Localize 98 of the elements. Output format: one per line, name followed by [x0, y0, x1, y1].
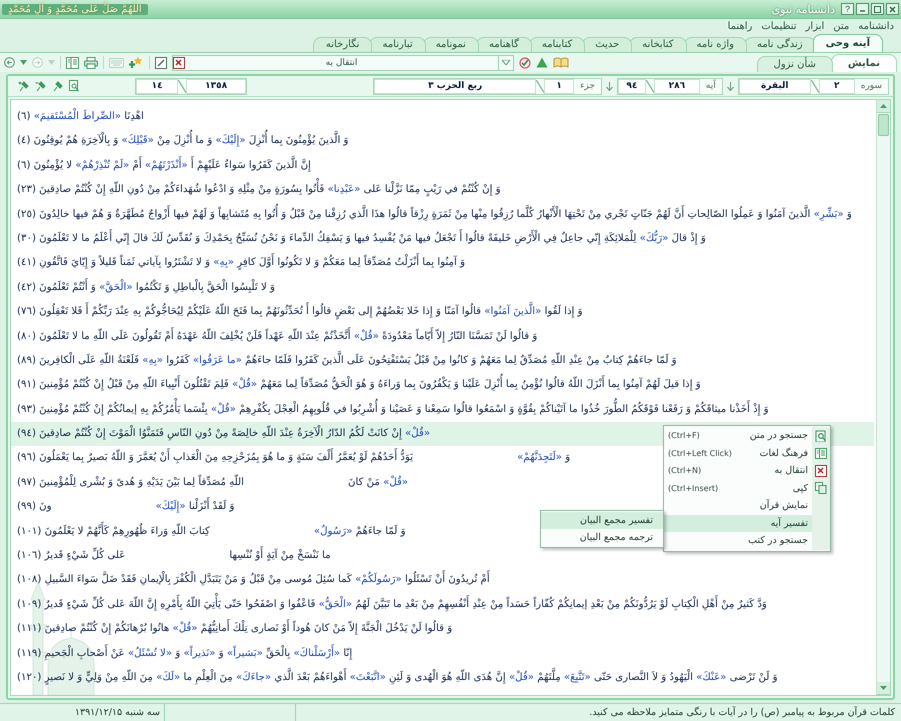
verse-line: وَ إِذا لَقُوا «الَّذينَ آمَنُوا» قالُوا آمَنّا وَ إِذا خَلا بَعْضُهُمْ إِلى بَعْضٍ قالُوا أَ تُحَدِّثُونَهُمْ بِما فَتَحَ اللّهُ عَلَيْكُمْ لِيُحَاجُّوكُمْ بِهِ عِنْدَ رَبِّكُمْ أَ فَلا تَعْقِلُونَ (٧٦) — [17, 300, 587, 325]
window-title: دانشنامه نبوی — [772, 2, 835, 16]
tab[interactable]: حدیث — [582, 37, 632, 52]
close-icon — [889, 6, 896, 12]
verse-fragment: عَلى كُلِّ شَيْءٍ قَديرٌ (١٠٦) — [17, 544, 130, 568]
caret-icon — [502, 60, 510, 65]
verse-fragment: وَ لَقَدْ أَنْزَلْنا «إِلَيْكَ» — [156, 495, 238, 520]
scroll-thumb[interactable] — [878, 114, 889, 136]
verse-line: وَ إِذا قيلَ لَهُمْ آمِنُوا بِما أَنْزَلَ اللّهُ قالُوا نُؤْمِنُ بِما أُنْزِلَ عَلَيْنا وَ يَكْفُرُونَ بِما وَراءَهُ وَ هُوَ الْحَقُّ مُصَدِّقاً لِما مَعَهُمْ «قُلْ» فَلِمَ تَقْتُلُونَ أَنْبِياءَ اللّهِ مِنْ قَبْلُ إِنْ كُنْتُمْ مُؤْمِنينَ (٩١) — [17, 373, 705, 398]
caret-icon[interactable] — [20, 60, 27, 65]
maximize-button[interactable] — [871, 3, 884, 15]
search-icon — [815, 430, 827, 442]
copy-icon — [815, 482, 827, 494]
verse-line: إِنّا «أَرْسَلْناكَ» بِالْحَقِّ «بَشيراً» وَ «نَذيراً» وَ «لا تُسْئَلُ» عَنْ أَصْحابِ الْجَحيمِ (١١٩) — [17, 642, 356, 666]
menu-item[interactable]: تفسیر مجمع البیان — [541, 512, 663, 529]
menu-item[interactable]: ترجمه مجمع البیان — [541, 529, 663, 546]
page-total-field[interactable]: ١٣٥٨ — [186, 78, 246, 94]
maximize-icon — [874, 6, 881, 12]
verse-line: وَ لا تَلْبِسُوا الْحَقَّ بِالْباطِلِ وَ تَكْتُمُوا «الْحَقَّ» وَ أَنْتُمْ تَعْلَمُونَ (٤٢) — [17, 276, 279, 300]
verse-line: وَ قالُوا لَنْ يَدْخُلَ الْجَنَّةَ إِلاّ مَنْ كانَ هُوداً أَوْ نَصارى تِلْكَ أَمانِيُّهُمْ «قُلْ» هاتُوا بُرْهانَكُمْ إِنْ كُنْتُمْ صادِقينَ (١١١) — [17, 617, 456, 642]
verse-line: وَ «بَشِّرِ» الَّذينَ آمَنُوا وَ عَمِلُوا الصّالِحاتِ أَنَّ لَهُمْ جَنّاتٍ تَجْري مِنْ تَحْتِهَا الْأَنْهارُ كُلَّما رُزِقُوا مِنْها مِنْ ثَمَرَةٍ رِزْقاً قالُوا هذَا الَّذي رُزِقْنا مِنْ قَبْلُ وَ أُتُوا بِهِ مُتَشابِهاً وَ لَهُمْ فيها أَزْواجٌ مُطَهَّرَةٌ وَ هُمْ فيها خالِدُونَ (٢٥) — [17, 202, 856, 227]
verse-line: وَ إِذْ أَخَذْنا ميثاقَكُمْ وَ رَفَعْنا فَوْقَكُمُ الطُّورَ خُذُوا ما آتَيْناكُمْ بِقُوَّةٍ وَ اسْمَعُوا قالُوا سَمِعْنا وَ عَصَيْنا وَ أُشْرِبُوا في قُلُوبِهِمُ الْعِجْلَ بِكُفْرِهِمْ «قُلْ» بِئْسَما يَأْمُرُكُمْ بِهِ إيمانُكُمْ إِنْ كُنْتُمْ مُؤْمِنينَ (٩٣) — [17, 398, 773, 422]
menu-item[interactable]: متن — [832, 21, 850, 32]
pin-plus-icon[interactable] — [18, 80, 29, 92]
menu-item[interactable]: جستجو در کتب — [664, 532, 830, 550]
sura-number-field[interactable]: ٢ — [818, 78, 855, 94]
verse-fragment: ونَ (٩٩) — [17, 500, 53, 514]
hizb-field[interactable]: ربع الحزب ٣ — [374, 78, 536, 94]
status-message: کلمات قرآن مربوط به پیامبر (ص) را در آیات با رنگی متمایز ملاحظه می کنید. — [588, 705, 896, 720]
document-icon — [173, 56, 185, 68]
tab[interactable]: نمونامه — [422, 37, 479, 52]
menu-item[interactable]: راهنما — [726, 21, 754, 32]
minimize-button[interactable] — [856, 3, 869, 15]
tab[interactable]: نمایش — [830, 54, 897, 72]
down-arrow-icon[interactable] — [726, 80, 735, 92]
verse-fragment: اللّهِ مُصَدِّقاً لِما بَيْنَ يَدَيْهِ وَ هُدىً وَ بُشْرى لِلْمُؤْمِنينَ (٩٧) — [17, 470, 248, 496]
tab[interactable]: کتابخانه — [629, 37, 687, 52]
verse-line: وَ الَّذينَ يُؤْمِنُونَ بِما أُنْزِلَ «إِلَيْكَ» وَ ما أُنْزِلَ مِنْ «قَبْلِكَ» وَ بِالْآخِرَةِ هُمْ يُوقِنُونَ (٤) — [17, 129, 352, 154]
aya-total-field[interactable]: ٢٨٦ — [654, 78, 700, 94]
sura-name-field[interactable]: البقرة — [738, 78, 811, 94]
verse-line: وَ إِذْ قالَ «رَبُّكَ» لِلْمَلائِكَةِ إِنّي جاعِلٌ فِي الْأَرْضِ خَليفَةً قالُوا أَ تَجْعَلُ فيها مَنْ يُفْسِدُ فيها وَ يَسْفِكُ الدِّماءَ وَ نَحْنُ نُسَبِّحُ بِحَمْدِكَ وَ نُقَدِّسُ لَكَ قالَ إِنّي أَعْلَمُ ما لا تَعْلَمُونَ (٣٠) — [17, 226, 710, 252]
tab[interactable]: آینه وحی — [812, 34, 883, 52]
goto-combo[interactable]: انتقال به — [172, 54, 514, 70]
triangle-icon[interactable] — [536, 57, 548, 68]
verse-line: وَ إِنْ كُنْتُمْ في رَيْبٍ مِمّا نَزَّلْنا عَلى «عَبْدِنا» فَأْتُوا بِسُورَةٍ مِنْ مِثْلِهِ وَ ادْعُوا شُهَداءَكُمْ مِنْ دُونِ اللّهِ إِنْ كُنْتُمْ صادِقينَ (٢٣) — [17, 178, 505, 203]
field-label: آیه — [704, 81, 718, 91]
edit-icon[interactable] — [155, 56, 167, 68]
status-date: سه شنبه ۱۳۹۱/۱۲/۱۵ — [0, 704, 165, 721]
verse-line: وَ لَمّا جاءَهُمْ كِتابٌ مِنْ عِنْدِ اللّهِ مُصَدِّقٌ لِما مَعَهُمْ وَ كانُوا مِنْ قَبْلُ يَسْتَفْتِحُونَ عَلَى الَّذينَ كَفَرُوا فَلَمّا جاءَهُمْ «ما عَرَفُوا» كَفَرُوا «بِهِ» فَلَعْنَةُ اللّهِ عَلَى الْكافِرينَ (٨٩) — [17, 348, 681, 374]
scroll-up-icon[interactable] — [880, 104, 887, 108]
close-button[interactable] — [886, 3, 899, 15]
check-icon[interactable] — [519, 56, 531, 68]
juz-number-field[interactable]: ١ — [544, 78, 574, 94]
tab[interactable]: کتابنامه — [528, 37, 586, 52]
verse-line: وَ آمِنُوا بِما أَنْزَلْتُ مُصَدِّقاً لِما مَعَكُمْ وَ لا تَكُونُوا أَوَّلَ كافِرٍ «بِهِ» وَ لا تَشْتَرُوا بِآياتي ثَمَناً قَليلاً وَ إِيّايَ فَاتَّقُونِ (٤١) — [17, 251, 469, 276]
verse-line: وَدَّ كَثيرٌ مِنْ أَهْلِ الْكِتابِ لَوْ يَرُدُّونَكُمْ مِنْ بَعْدِ إيمانِكُمْ كُفّاراً حَسَداً مِنْ عِنْدِ أَنْفُسِهِمْ مِنْ بَعْدِ ما تَبَيَّنَ لَهُمُ «الْحَقُّ» فَاعْفُوا وَ اصْفَحُوا حَتّى يَأْتِيَ اللّهُ بِأَمْرِهِ إِنَّ اللّهَ عَلى كُلِّ شَيْءٍ قَديرٌ (١٠٩) — [17, 592, 771, 618]
calligraphy-logo: اللّهُمَّ صَلِّ عَلى مُحَمَّدٍ وَ آلِ مُحَمَّدٍ — [2, 4, 148, 14]
field-label: جزء — [579, 81, 596, 91]
pin-minus-icon[interactable] — [35, 80, 46, 92]
panel-icon — [815, 447, 827, 460]
verse-line: إِنَّ الَّذينَ كَفَرُوا سَواءٌ عَلَيْهِمْ أَ «أَنْذَرْتَهُمْ» أَمْ «لَمْ تُنْذِرْهُمْ» لا يُؤْمِنُونَ (٦) — [17, 154, 315, 178]
verse-fragment: كِتابَ اللّهِ وَراءَ ظُهُورِهِمْ كَأَنَّهُمْ لا يَعْلَمُونَ (١٠١) — [17, 520, 214, 544]
aya-number-field[interactable]: ٩٤ — [618, 78, 646, 94]
scrollbar[interactable] — [876, 100, 890, 695]
tab[interactable]: نگارخانه — [312, 37, 372, 52]
pin-icon[interactable] — [52, 80, 63, 92]
verse-line: «قُلْ» إِنْ كانَتْ لَكُمُ الدّارُ الْآخِرَةُ عِنْدَ اللّهِ خالِصَةً مِنْ دُونِ النّاسِ فَتَمَنَّوُا الْمَوْتَ إِنْ كُنْتُمْ صادِقينَ (٩٤) — [17, 422, 434, 446]
verse-fragment: وَ لَمّا جاءَهُمْ «رَسُولٌ» — [314, 524, 407, 539]
menu-item[interactable]: دانشنامه — [857, 21, 895, 32]
verse-fragment: وَ «لَتَجِدَنَّهُمْ» — [517, 449, 572, 466]
tab[interactable]: واژه نامه — [684, 37, 747, 52]
tab[interactable]: زندگی نامه — [744, 37, 816, 52]
document-icon — [815, 464, 827, 477]
menu-item[interactable]: نمایش قرآن — [664, 497, 830, 514]
print-icon[interactable] — [84, 56, 98, 68]
scroll-down-icon[interactable] — [880, 686, 887, 690]
field-label: سوره — [860, 81, 883, 91]
verse-fragment: ما نَنْسَخْ مِنْ آيَةٍ أَوْ نُنْسِها — [229, 544, 335, 568]
tab[interactable]: شأن نزول — [756, 56, 833, 72]
down-arrow-icon[interactable] — [604, 80, 614, 92]
page-search-icon[interactable] — [69, 80, 80, 92]
page-number-field[interactable]: ١٤ — [136, 78, 178, 94]
verse-fragment: يَوَدُّ أَحَدُهُمْ لَوْ يُعَمَّرُ أَلْفَ سَنَةٍ وَ ما هُوَ بِمُزَحْزِحِهِ مِنَ الْعَذابِ أَنْ يُعَمَّرَ وَ اللّهُ بَصيرٌ بِما يَعْمَلُونَ (٩٦) — [17, 446, 418, 471]
menu-item[interactable]: تفسیر آیه — [664, 514, 830, 532]
book-icon[interactable] — [553, 57, 569, 68]
menu-item[interactable]: ابزار — [804, 21, 826, 32]
back-icon[interactable] — [4, 57, 15, 68]
verse-line: أَمْ تُريدُونَ أَنْ تَسْئَلُوا «رَسُولَكُمْ» كَما سُئِلَ مُوسى مِنْ قَبْلُ وَ مَنْ يَتَبَدَّلِ الْكُفْرَ بِالْإيمانِ فَقَدْ ضَلَّ سَواءَ السَّبيلِ (١٠٨) — [17, 568, 494, 593]
verse-fragment: «قُلْ» مَنْ كانَ — [348, 474, 410, 490]
tab[interactable]: تبارنامه — [369, 37, 426, 52]
help-button[interactable]: ? — [841, 3, 854, 15]
verse-line: اهْدِنَا «الصِّراطَ الْمُسْتَقيمَ» (٦) — [17, 105, 148, 130]
panel-icon[interactable] — [66, 56, 79, 68]
star-plus-icon[interactable] — [129, 56, 144, 69]
tab[interactable]: گاهنامه — [476, 37, 532, 52]
verse-line: وَ لَنْ تَرْضى «عَنْكَ» الْيَهُودُ وَ لاَ النَّصارى حَتّى «تَتَّبِعَ» مِلَّتَهُمْ «قُلْ» إِنَّ هُدَى اللّهِ هُوَ الْهُدى وَ لَئِنِ «اتَّبَعْتَ» أَهْواءَهُمْ بَعْدَ الَّذي «جاءَكَ» مِنَ الْعِلْمِ ما «لَكَ» مِنَ اللّهِ مِنْ وَلِيٍّ وَ لا نَصيرٍ (١٢٠) — [17, 666, 782, 690]
verse-line: وَ قالُوا لَنْ تَمَسَّنَا النّارُ إِلاّ أَيّاماً مَعْدُودَةً «قُلْ» أَتَّخَذْتُمْ عِنْدَ اللّهِ عَهْداً فَلَنْ يُخْلِفَ اللّهُ عَهْدَهُ أَمْ تَقُولُونَ عَلَى اللّهِ ما لا تَعْلَمُونَ (٨٠) — [17, 324, 542, 349]
menu-item[interactable]: تنظیمات — [760, 21, 798, 32]
